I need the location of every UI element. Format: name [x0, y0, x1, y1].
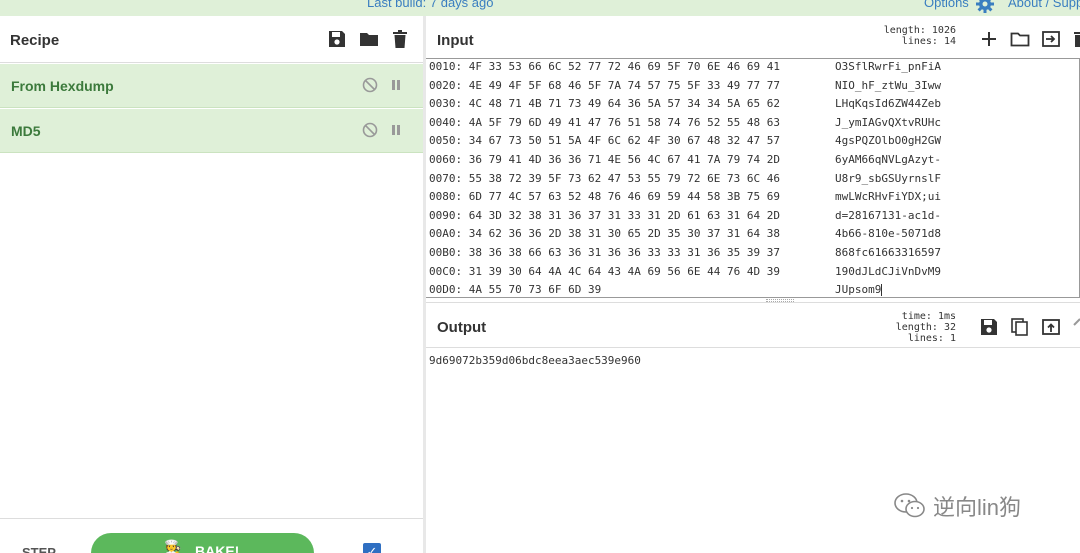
hex-bytes: 0010: 4F 33 53 66 6C 52 77 72 46 69 5F 7…	[429, 60, 780, 73]
ascii-text: LHqKqsId6ZW44Zeb	[835, 97, 941, 111]
hex-bytes: 00A0: 34 62 36 36 2D 38 31 30 65 2D 35 3…	[429, 227, 780, 241]
step-button[interactable]: STEP	[22, 545, 56, 553]
ascii-text: 6yAM66qNVLgAzyt-	[835, 153, 941, 166]
hex-bytes: 0020: 4E 49 4F 5F 68 46 5F 7A 74 57 75 5…	[429, 78, 780, 92]
hexdump-line: 0060: 36 79 41 4D 36 36 71 4E 56 4C 67 4…	[429, 153, 941, 166]
watermark-text: 逆向lin狗	[933, 495, 1022, 520]
ascii-text: d=28167131-ac1d-	[835, 208, 941, 222]
hex-bytes: 0030: 4C 48 71 4B 71 73 49 64 36 5A 57 3…	[429, 97, 780, 111]
ascii-text: 868fc61663316597	[835, 246, 941, 259]
ascii-text: mwLWcRHvFiYDX;ui	[835, 190, 941, 204]
folder-icon[interactable]	[359, 29, 379, 49]
last-build-text: Last build: 7 days ago	[367, 0, 494, 10]
bake-button[interactable]: 🧑‍🍳 BAKE!	[91, 533, 314, 553]
hex-bytes: 0070: 55 38 72 39 5F 73 62 47 53 55 79 7…	[429, 171, 780, 185]
input-title: Input	[437, 32, 474, 49]
hex-bytes: 00D0: 4A 55 70 73 6F 6D 39	[429, 283, 602, 297]
hex-bytes: 0050: 34 67 73 50 51 5A 4F 6C 62 4F 30 6…	[429, 134, 780, 148]
disable-icon[interactable]	[362, 122, 378, 138]
io-panel: Input length: 1026 lines: 14 0010: 4F 33…	[426, 16, 1080, 553]
trash-icon[interactable]	[390, 29, 410, 49]
hexdump-line: 0080: 6D 77 4C 57 63 52 48 76 46 69 59 4…	[429, 190, 941, 204]
lines-value: 14	[943, 36, 956, 47]
copy-icon[interactable]	[1010, 317, 1030, 337]
ascii-text: NIO_hF_ztWu_3Iww	[835, 78, 941, 92]
operation-md5[interactable]: MD5	[0, 109, 423, 153]
recipe-title: Recipe	[10, 32, 60, 49]
input-stats: length: 1026 lines: 14	[874, 25, 956, 47]
operation-name: MD5	[11, 123, 41, 139]
add-input-icon[interactable]	[979, 29, 999, 49]
hex-bytes: 0060: 36 79 41 4D 36 36 71 4E 56 4C 67 4…	[429, 153, 780, 166]
output-title: Output	[437, 319, 487, 336]
time-value: 1ms	[937, 311, 956, 322]
maximize-icon[interactable]	[1072, 317, 1080, 337]
ascii-text: JUpsom9	[835, 283, 882, 297]
clear-input-icon[interactable]	[1072, 29, 1080, 49]
hex-bytes: 0040: 4A 5F 79 6D 49 41 47 76 51 58 74 7…	[429, 115, 780, 129]
top-bar: Last build: 7 days ago Options About / S…	[0, 0, 1080, 16]
hex-bytes: 0080: 6D 77 4C 57 63 52 48 76 46 69 59 4…	[429, 190, 780, 204]
options-link[interactable]: Options	[924, 0, 969, 10]
length-label: length:	[895, 322, 938, 333]
hex-bytes: 0090: 64 3D 32 38 31 36 37 31 33 31 2D 6…	[429, 208, 780, 222]
chef-icon: 🧑‍🍳	[164, 539, 182, 553]
input-textarea[interactable]: 0010: 4F 33 53 66 6C 52 77 72 46 69 5F 7…	[426, 58, 1080, 298]
length-value: 1026	[931, 25, 956, 36]
hexdump-line: 0030: 4C 48 71 4B 71 73 49 64 36 5A 57 3…	[429, 97, 941, 111]
hexdump-line: 00C0: 31 39 30 64 4A 4C 64 43 4A 69 56 6…	[429, 264, 941, 278]
about-link[interactable]: About / Supp	[1008, 0, 1080, 10]
open-folder-icon[interactable]	[1010, 29, 1030, 49]
ascii-text: 4gsPQZOlbO0gH2GW	[835, 134, 941, 148]
output-stats: time: 1ms length: 32 lines: 1	[874, 311, 956, 344]
text-cursor	[881, 284, 883, 297]
recipe-panel: Recipe From Hexdump MD5	[0, 16, 423, 553]
lines-label: lines:	[901, 36, 938, 47]
hexdump-line: 0090: 64 3D 32 38 31 36 37 31 33 31 2D 6…	[429, 208, 941, 222]
length-label: length:	[883, 25, 926, 36]
operation-name: From Hexdump	[11, 78, 114, 94]
save-icon[interactable]	[327, 29, 347, 49]
output-header: Output time: 1ms length: 32 lines: 1	[426, 302, 1080, 348]
hex-bytes: 00C0: 31 39 30 64 4A 4C 64 43 4A 69 56 6…	[429, 264, 780, 278]
breakpoint-icon[interactable]	[390, 124, 402, 136]
gear-icon[interactable]	[975, 0, 995, 14]
hexdump-line: 0050: 34 67 73 50 51 5A 4F 6C 62 4F 30 6…	[429, 134, 941, 148]
watermark: 逆向lin狗	[893, 488, 1053, 524]
save-output-icon[interactable]	[979, 317, 999, 337]
hexdump-line: 0010: 4F 33 53 66 6C 52 77 72 46 69 5F 7…	[429, 60, 941, 73]
bake-label: BAKE!	[195, 543, 240, 553]
bake-controls: STEP 🧑‍🍳 BAKE! ✓	[0, 518, 423, 553]
hexdump-line: 00B0: 38 36 38 66 63 36 31 36 36 33 33 3…	[429, 246, 941, 259]
replace-input-icon[interactable]	[1041, 317, 1061, 337]
ascii-text: J_ymIAGvQXtvRUHc	[835, 115, 941, 129]
input-header: Input length: 1026 lines: 14	[426, 16, 1080, 58]
wechat-icon	[894, 493, 925, 518]
hexdump-line: 0040: 4A 5F 79 6D 49 41 47 76 51 58 74 7…	[429, 115, 941, 129]
open-file-icon[interactable]	[1041, 29, 1061, 49]
hexdump-line: 0070: 55 38 72 39 5F 73 62 47 53 55 79 7…	[429, 171, 941, 185]
disable-icon[interactable]	[362, 77, 378, 93]
hexdump-line: 00D0: 4A 55 70 73 6F 6D 39 JUpsom9	[429, 283, 883, 297]
ascii-text: U8r9_sbGSUyrnslF	[835, 171, 941, 185]
breakpoint-icon[interactable]	[390, 79, 402, 91]
lines-label: lines:	[907, 333, 944, 344]
time-label: time:	[901, 311, 932, 322]
length-value: 32	[943, 322, 956, 333]
ascii-text: 4b66-810e-5071d8	[835, 227, 941, 241]
auto-bake-checkbox[interactable]: ✓	[363, 543, 381, 553]
recipe-header: Recipe	[0, 16, 423, 63]
hex-bytes: 00B0: 38 36 38 66 63 36 31 36 36 33 33 3…	[429, 246, 780, 259]
ascii-text: 190dJLdCJiVnDvM9	[835, 264, 941, 278]
hexdump-line: 00A0: 34 62 36 36 2D 38 31 30 65 2D 35 3…	[429, 227, 941, 241]
output-value[interactable]: 9d69072b359d06bdc8eea3aec539e960	[429, 354, 641, 367]
lines-value: 1	[949, 333, 956, 344]
hexdump-line: 0020: 4E 49 4F 5F 68 46 5F 7A 74 57 75 5…	[429, 78, 941, 92]
operation-from-hexdump[interactable]: From Hexdump	[0, 64, 423, 108]
ascii-text: O3SflRwrFi_pnFiA	[835, 60, 941, 73]
